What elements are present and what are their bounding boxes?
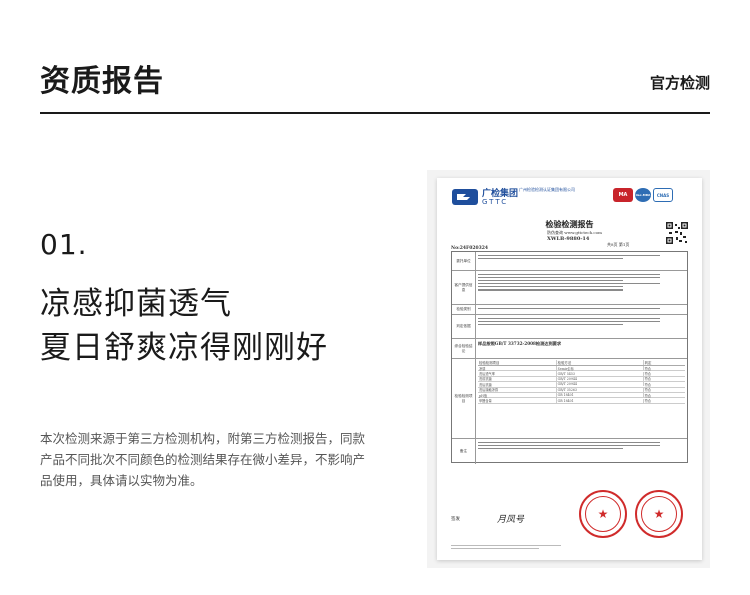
subtable-row: 甲醛含量 GB 18401 符合 [478, 398, 685, 404]
certification-marks: MA ilac-MRA CNAS [613, 188, 673, 202]
report-image-frame: 广检集团 GTTC 广州检验检测认证集团有限公司 MA ilac-MRA CNA… [427, 170, 710, 568]
header-divider [40, 112, 710, 114]
table-row: 客户提供信息 [452, 270, 687, 304]
table-row: 判定依据 [452, 314, 687, 338]
ilac-mark-icon: ilac-MRA [635, 188, 651, 202]
test-report-document: 广检集团 GTTC 广州检验检测认证集团有限公司 MA ilac-MRA CNA… [437, 178, 702, 560]
official-seal-stamp-icon: ★ [635, 490, 683, 538]
section-number: 01. [40, 228, 88, 261]
row-label: 备注 [452, 439, 476, 464]
headline-line-1: 凉感抑菌透气 [40, 286, 232, 322]
table-row: 备注 [452, 438, 687, 464]
signature: 月凤号 [497, 515, 525, 525]
official-seal-stamp-icon: ★ [579, 490, 627, 538]
table-row: 检验类别 [452, 304, 687, 314]
table-row: 检验检测项目 检验检测项目 检验方法 判定 凉感 Semir企标 符合 洗后透气率 G… [452, 358, 687, 438]
row-label: 委托单位 [452, 252, 476, 270]
report-code: XWLB-9880-14 [547, 236, 590, 242]
row-label: 综合检验结论 [452, 339, 476, 358]
cnas-mark-icon: CNAS [653, 188, 673, 202]
qr-code-icon [666, 222, 688, 244]
report-table: 委托单位 客户提供信息 检验类别 判定依据 综合检验结论 样品按照GB/T 33… [451, 251, 688, 464]
row-label: 判定依据 [452, 315, 476, 338]
disclaimer-text: 本次检测来源于第三方检测机构，附第三方检测报告，同款产品不同批次不同颜色的检测结… [40, 431, 366, 488]
conclusion-text: 样品按照GB/T 33732-2008检测达到要求 [478, 341, 562, 346]
row-label: 客户提供信息 [452, 271, 476, 304]
official-test-tag: 官方检测 [649, 74, 710, 92]
ma-mark-icon: MA [613, 188, 633, 202]
report-title: 检验检测报告 [545, 219, 594, 229]
report-org-name: 广州检验检测认证集团有限公司 [519, 187, 575, 192]
items-subtable: 检验检测项目 检验方法 判定 凉感 Semir企标 符合 洗后透气率 GB/T 545… [478, 360, 685, 404]
report-footer [451, 543, 561, 551]
page-title: 资质报告 [40, 64, 164, 99]
gttc-logo-icon [452, 189, 478, 205]
row-label: 检验检测项目 [452, 359, 476, 438]
report-brand-en: GTTC [482, 198, 509, 206]
signer-label: 签发 [451, 517, 460, 522]
table-row: 委托单位 [452, 252, 687, 270]
report-page-info: 共8页 第1页 [607, 242, 630, 247]
headline-line-2: 夏日舒爽凉得刚刚好 [40, 330, 328, 366]
report-meta: 防伪查询 www.gttctech.com XWLB-9880-14 共8页 第… [547, 230, 629, 248]
table-row: 综合检验结论 样品按照GB/T 33732-2008检测达到要求 [452, 338, 687, 358]
row-label: 检验类别 [452, 305, 476, 314]
